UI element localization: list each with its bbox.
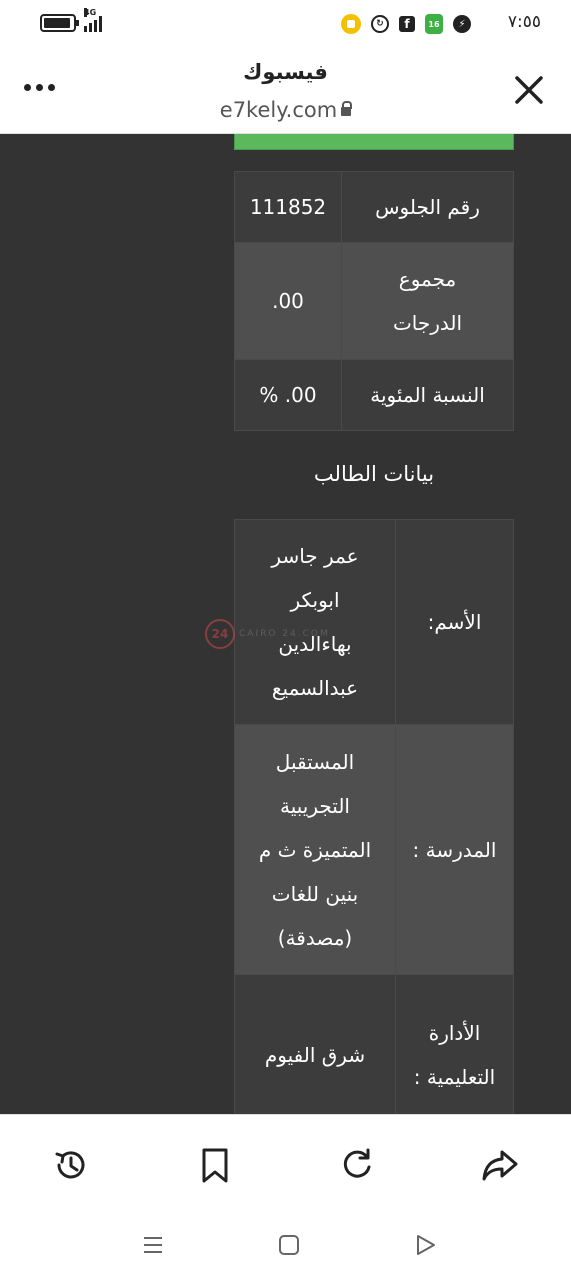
facebook-icon: f	[399, 16, 415, 32]
status-bar: 4G ↻ f 16 ⚡ ٧:٥٥	[0, 0, 571, 48]
status-time: ٧:٥٥	[507, 12, 541, 32]
student-table: الأسم: عمر جاسر ابوبكر بهاءالدين عبدالسم…	[234, 519, 514, 1114]
web-content[interactable]: رقم الجلوس 111852 مجموع الدرجات 00. النس…	[0, 134, 571, 1114]
status-left-icons: 4G	[40, 8, 102, 32]
share-icon[interactable]	[480, 1145, 520, 1185]
watermark-text: CAIRO 24.COM	[239, 629, 330, 639]
percentage-value: 00. %	[234, 359, 342, 431]
table-row: مجموع الدرجات 00.	[234, 242, 514, 360]
network-type: 4G	[84, 8, 97, 17]
history-icon[interactable]	[51, 1145, 91, 1185]
name-label: الأسم:	[395, 519, 514, 725]
browser-toolbar	[0, 1114, 571, 1214]
close-icon[interactable]	[513, 74, 545, 106]
table-row: رقم الجلوس 111852	[234, 171, 514, 243]
percentage-label: النسبة المئوية	[341, 359, 514, 431]
student-data-title: بيانات الطالب	[313, 462, 435, 486]
watermark-logo: 24	[205, 619, 235, 649]
messenger-icon: ⚡	[453, 15, 471, 33]
bookmark-icon[interactable]	[195, 1145, 235, 1185]
directorate-label: الأدارة التعليمية :	[395, 974, 514, 1114]
watermark: 24 CAIRO 24.COM	[205, 619, 330, 649]
seat-number-label: رقم الجلوس	[341, 171, 514, 243]
table-row: النسبة المئوية 00. %	[234, 359, 514, 431]
sync-icon: ↻	[371, 15, 389, 33]
app-icon	[341, 14, 361, 34]
table-row: الأدارة التعليمية : شرق الفيوم	[234, 974, 514, 1114]
back-icon[interactable]	[412, 1232, 438, 1258]
total-grades-value: 00.	[234, 242, 342, 360]
notification-icon: 16	[425, 14, 443, 34]
signal-icon: 4G	[84, 8, 102, 32]
green-banner	[234, 134, 514, 150]
seat-number-value: 111852	[234, 171, 342, 243]
menu-icon[interactable]	[140, 1232, 166, 1258]
page-url: e7kely.com	[0, 98, 571, 122]
directorate-value: شرق الفيوم	[234, 974, 396, 1114]
total-grades-label: مجموع الدرجات	[341, 242, 514, 360]
status-right-icons: ↻ f 16 ⚡	[341, 14, 471, 34]
refresh-icon[interactable]	[337, 1145, 377, 1185]
results-table: رقم الجلوس 111852 مجموع الدرجات 00. النس…	[234, 171, 514, 431]
battery-icon	[40, 14, 79, 32]
lock-icon	[341, 100, 353, 116]
url-text: e7kely.com	[219, 98, 338, 122]
browser-header: فيسبوك e7kely.com	[0, 48, 571, 134]
table-row: المدرسة : المستقبل التجريبية المتميزة ث …	[234, 724, 514, 975]
school-value: المستقبل التجريبية المتميزة ث م بنين للغ…	[234, 724, 396, 975]
school-label: المدرسة :	[395, 724, 514, 975]
more-dots-icon[interactable]	[24, 84, 55, 91]
android-nav-bar	[0, 1214, 571, 1280]
page-title: فيسبوك	[243, 60, 328, 84]
home-icon[interactable]	[276, 1232, 302, 1258]
